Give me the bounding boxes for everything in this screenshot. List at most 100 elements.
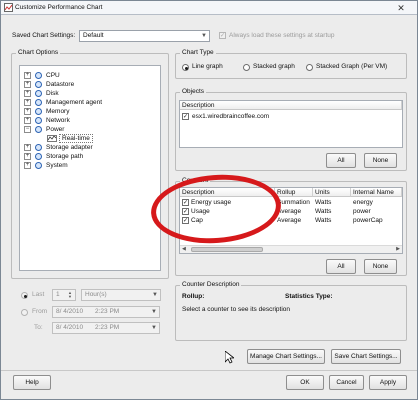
chevron-down-icon: ▼: [152, 292, 158, 298]
line-graph-label: Line graph: [192, 63, 223, 70]
scrollbar-thumb[interactable]: [191, 247, 263, 252]
window-title: Customize Performance Chart: [15, 4, 103, 11]
counters-none-button[interactable]: None: [364, 259, 397, 274]
saved-settings-select[interactable]: Default ▼: [79, 30, 210, 42]
footer-divider: [1, 370, 417, 371]
expand-icon[interactable]: +: [24, 162, 31, 169]
spin-icon: ▲ ▼: [68, 290, 72, 299]
counter-group-icon: [35, 108, 42, 115]
tree-item-label: Network: [46, 117, 70, 124]
counter-internal-name: powerCap: [353, 217, 383, 224]
apply-button[interactable]: Apply: [369, 375, 407, 390]
object-checkbox[interactable]: ✓: [182, 113, 189, 120]
rollup-label: Rollup:: [182, 293, 205, 300]
from-date: 8/ 4/2010: [56, 308, 84, 315]
to-date: 8/ 4/2010: [56, 324, 84, 331]
objects-none-button[interactable]: None: [364, 153, 397, 168]
column-header-units[interactable]: Units: [313, 188, 351, 197]
tree-item-label: CPU: [46, 72, 60, 79]
last-radio[interactable]: [21, 292, 28, 299]
saved-settings-label: Saved Chart Settings:: [12, 32, 76, 39]
chevron-down-icon: ▼: [151, 309, 157, 315]
counters-all-button[interactable]: All: [326, 259, 356, 274]
close-icon[interactable]: ✕: [393, 2, 409, 14]
to-datetime-picker[interactable]: 8/ 4/2010 2:23 PM ▼: [52, 322, 160, 334]
chart-type-title: Chart Type: [180, 49, 216, 56]
last-label: Last: [32, 291, 45, 298]
cancel-button[interactable]: Cancel: [329, 375, 364, 390]
to-label: To:: [34, 324, 43, 331]
counter-units: Watts: [315, 199, 332, 206]
to-time: 2:23 PM: [95, 324, 120, 331]
help-button[interactable]: Help: [13, 375, 51, 390]
stacked-graph-label: Stacked graph: [253, 63, 295, 70]
tree-item-label: Disk: [46, 90, 59, 97]
counter-group-icon: [35, 99, 42, 106]
expand-icon[interactable]: +: [24, 117, 31, 124]
counter-group-icon: [35, 117, 42, 124]
from-datetime-picker[interactable]: 8/ 4/2010 2:23 PM ▼: [52, 306, 160, 318]
last-unit-value: Hour(s): [85, 291, 107, 298]
tree-item-label: System: [46, 162, 68, 169]
last-value-stepper[interactable]: 1 ▲ ▼: [52, 289, 76, 301]
chevron-down-icon: ▼: [201, 33, 207, 39]
scroll-left-icon[interactable]: ◀: [182, 246, 186, 252]
line-chart-icon: [47, 135, 57, 142]
stacked-graph-per-vm-radio[interactable]: [306, 64, 313, 71]
from-radio[interactable]: [21, 309, 28, 316]
objects-title: Objects: [180, 88, 207, 95]
objects-all-button[interactable]: All: [326, 153, 356, 168]
tree-item-label: Storage adapter: [46, 144, 93, 151]
counter-group-icon: [35, 153, 42, 160]
tree-item-label: Real-time: [59, 134, 93, 143]
counter-rollup: Average: [277, 217, 302, 224]
always-load-label: Always load these settings at startup: [229, 32, 335, 39]
from-time: 2:23 PM: [95, 308, 120, 315]
object-row[interactable]: ✓ esx1.wiredbraincoffee.com: [182, 113, 342, 121]
expand-icon[interactable]: +: [24, 72, 31, 79]
stacked-graph-per-vm-label: Stacked Graph (Per VM): [316, 63, 388, 70]
chart-options-tree: + CPU + Datastore + Disk + Management ag…: [19, 65, 161, 271]
counter-group-icon: [35, 144, 42, 151]
expand-icon[interactable]: +: [24, 153, 31, 160]
counter-group-icon: [35, 90, 42, 97]
customize-performance-chart-dialog: Customize Performance Chart ✕ Saved Char…: [0, 0, 418, 400]
chevron-down-icon: ▼: [151, 325, 157, 331]
counter-rollup: Summation: [277, 199, 310, 206]
counter-internal-name: power: [353, 208, 371, 215]
counter-group-icon: [35, 81, 42, 88]
counter-units: Watts: [315, 208, 332, 215]
last-unit-select[interactable]: Hour(s) ▼: [81, 289, 161, 301]
ok-button[interactable]: OK: [286, 375, 324, 390]
column-header-internal-name[interactable]: Internal Name: [351, 188, 402, 197]
statistics-type-label: Statistics Type:: [285, 293, 333, 300]
save-chart-settings-button[interactable]: Save Chart Settings...: [331, 349, 401, 364]
tree-item-label: Management agent: [46, 99, 103, 106]
objects-list: Description ✓ esx1.wiredbraincoffee.com: [179, 100, 403, 148]
last-value: 1: [56, 291, 60, 298]
horizontal-scrollbar[interactable]: ◀ ▶: [180, 245, 402, 253]
counter-group-icon: [35, 162, 42, 169]
expand-icon[interactable]: +: [24, 99, 31, 106]
expand-icon[interactable]: +: [24, 144, 31, 151]
collapse-icon[interactable]: −: [24, 126, 31, 133]
column-header-rollup[interactable]: Rollup: [275, 188, 313, 197]
tree-item-label: Memory: [46, 108, 70, 115]
counter-description-hint: Select a counter to see its description: [182, 306, 291, 313]
counter-internal-name: energy: [353, 199, 373, 206]
scroll-right-icon[interactable]: ▶: [396, 246, 400, 252]
object-label: esx1.wiredbraincoffee.com: [192, 113, 270, 120]
saved-settings-value: Default: [83, 32, 104, 39]
line-graph-radio[interactable]: [182, 64, 189, 71]
stacked-graph-radio[interactable]: [243, 64, 250, 71]
column-header-description[interactable]: Description: [180, 101, 402, 110]
tree-item-label: Storage path: [46, 153, 84, 160]
tree-item-label: Datastore: [46, 81, 75, 88]
expand-icon[interactable]: +: [24, 108, 31, 115]
tree-item-label: Power: [46, 126, 65, 133]
expand-icon[interactable]: +: [24, 81, 31, 88]
manage-chart-settings-button[interactable]: Manage Chart Settings...: [247, 349, 325, 364]
always-load-checkbox[interactable]: ✓: [219, 32, 226, 39]
title-bar: Customize Performance Chart ✕: [1, 1, 417, 15]
expand-icon[interactable]: +: [24, 90, 31, 97]
